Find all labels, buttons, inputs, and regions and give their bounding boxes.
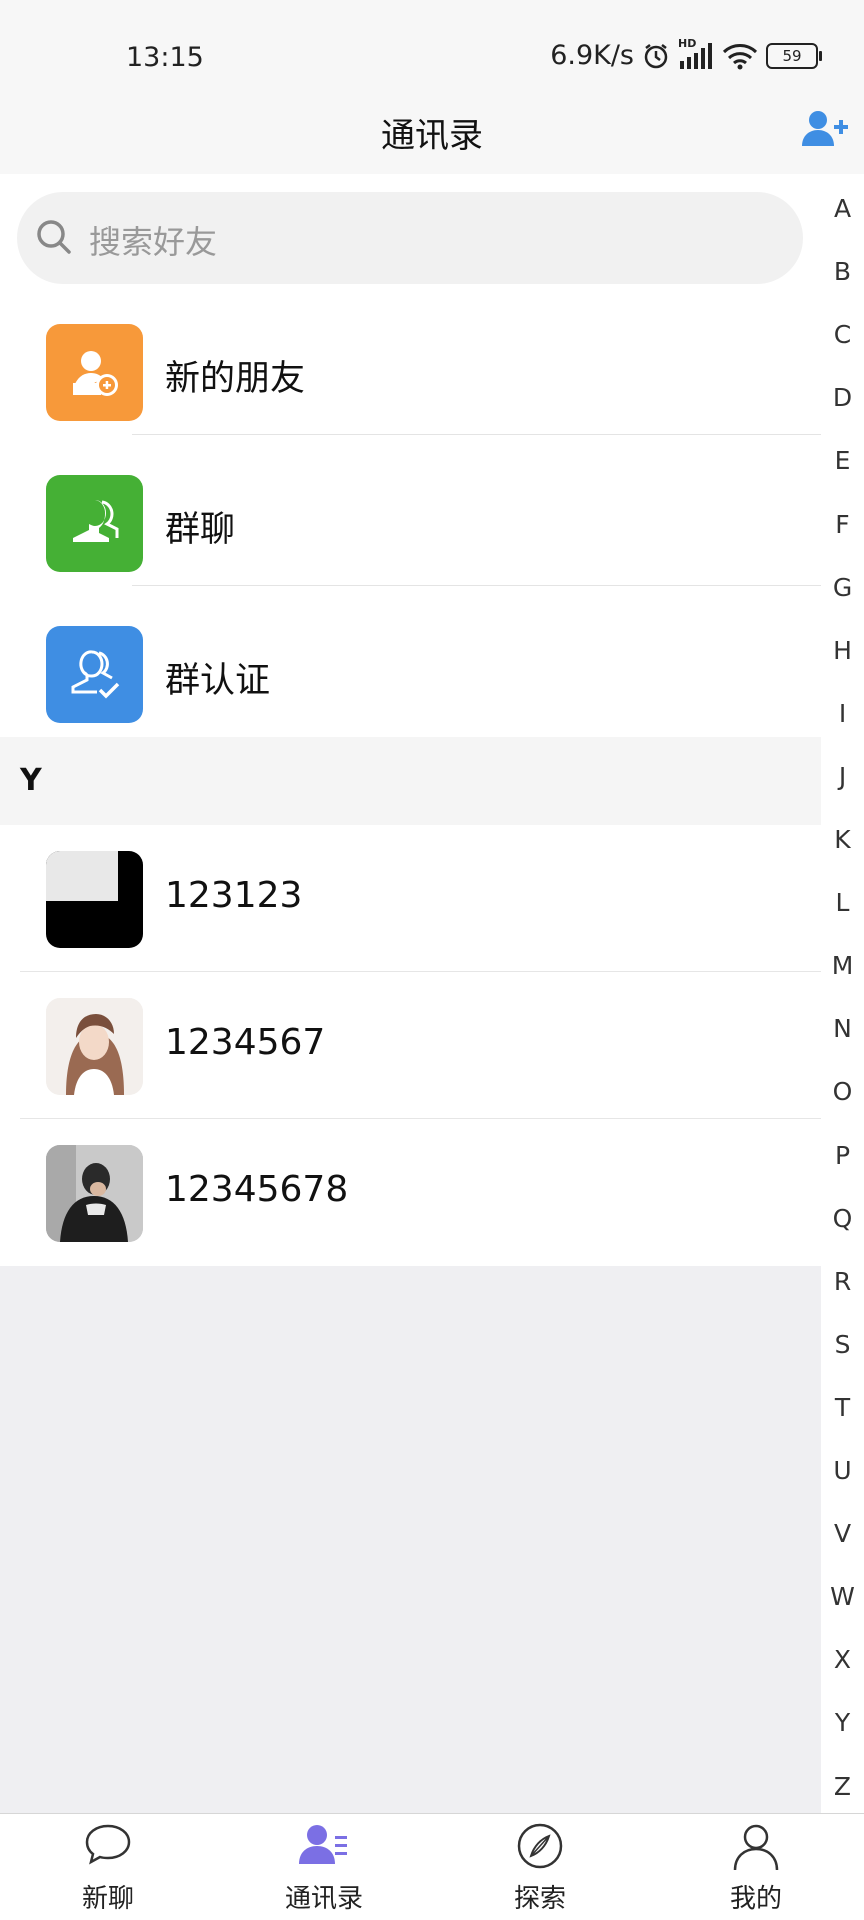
header: 通讯录 [0, 100, 864, 174]
contact-name: 12345678 [165, 1169, 349, 1210]
function-list: 新的朋友 群聊 群认证 [0, 284, 821, 737]
index-letter-z[interactable]: Z [821, 1772, 864, 1801]
search-placeholder: 搜索好友 [89, 223, 218, 261]
alarm-icon [642, 42, 670, 70]
new-friends-label: 新的朋友 [165, 359, 306, 399]
index-letter-m[interactable]: M [821, 951, 864, 980]
index-letter-t[interactable]: T [821, 1393, 864, 1422]
contacts-icon [299, 1825, 347, 1864]
group-verify-icon [46, 626, 143, 723]
index-letter-k[interactable]: K [821, 825, 864, 854]
list-item[interactable]: 12345678 [0, 1119, 821, 1266]
group-chat-item[interactable]: 群聊 [0, 435, 821, 586]
status-indicators: 6.9K/s HD 59 [550, 37, 822, 71]
index-letter-c[interactable]: C [821, 320, 864, 349]
search-area: 搜索好友 [0, 174, 821, 284]
index-letter-l[interactable]: L [821, 888, 864, 917]
list-item[interactable]: 1234567 [0, 972, 821, 1119]
signal-icon: HD [678, 37, 714, 69]
search-icon [37, 220, 71, 254]
group-chat-label: 群聊 [165, 510, 236, 550]
network-type-label: HD [678, 36, 697, 50]
network-speed: 6.9K/s [550, 40, 634, 71]
person-icon [733, 1824, 779, 1871]
status-time: 13:15 [126, 42, 204, 73]
index-letter-h[interactable]: H [821, 636, 864, 665]
tab-contacts[interactable]: 通讯录 [254, 1814, 394, 1920]
index-letter-b[interactable]: B [821, 257, 864, 286]
index-letter-g[interactable]: G [821, 573, 864, 602]
index-letter-n[interactable]: N [821, 1014, 864, 1043]
index-letter-r[interactable]: R [821, 1267, 864, 1296]
group-verify-item[interactable]: 群认证 [0, 586, 821, 737]
compass-icon [517, 1823, 563, 1869]
section-letter: Y [20, 763, 42, 798]
tab-me[interactable]: 我的 [686, 1814, 826, 1920]
index-letter-o[interactable]: O [821, 1077, 864, 1106]
index-letter-d[interactable]: D [821, 383, 864, 412]
wifi-icon [722, 42, 758, 70]
search-input[interactable]: 搜索好友 [17, 192, 803, 284]
index-letter-p[interactable]: P [821, 1141, 864, 1170]
contacts-content: 搜索好友 新的朋友 群聊 群认证 Y 123123 1234567 123456… [0, 174, 821, 1266]
index-letter-u[interactable]: U [821, 1456, 864, 1485]
index-letter-j[interactable]: J [821, 762, 864, 791]
index-letter-s[interactable]: S [821, 1330, 864, 1359]
status-bar: 13:15 6.9K/s HD 59 [0, 0, 864, 100]
index-letter-y[interactable]: Y [821, 1708, 864, 1737]
tab-new-chat[interactable]: 新聊 [38, 1814, 178, 1920]
avatar [46, 1145, 143, 1242]
section-header-y: Y [0, 737, 821, 825]
chat-bubble-icon [85, 1824, 131, 1865]
bottom-tab-bar: 新聊 通讯录 探索 我的 [0, 1813, 864, 1920]
add-friend-icon [802, 111, 848, 146]
new-friend-icon [46, 324, 143, 421]
index-letter-a[interactable]: A [821, 194, 864, 223]
new-friends-item[interactable]: 新的朋友 [0, 284, 821, 435]
index-letter-i[interactable]: I [821, 699, 864, 728]
index-letter-x[interactable]: X [821, 1645, 864, 1674]
avatar [46, 998, 143, 1095]
battery-icon: 59 [766, 42, 822, 69]
add-friend-button[interactable] [800, 108, 850, 152]
group-chat-icon [46, 475, 143, 572]
index-letter-e[interactable]: E [821, 446, 864, 475]
tab-explore[interactable]: 探索 [470, 1814, 610, 1920]
list-item[interactable]: 123123 [0, 825, 821, 972]
index-letter-q[interactable]: Q [821, 1204, 864, 1233]
contact-list: 123123 1234567 12345678 [0, 825, 821, 1266]
index-letter-v[interactable]: V [821, 1519, 864, 1548]
tab-label: 探索 [513, 1884, 566, 1914]
alphabet-index[interactable]: A B C D E F G H I J K L M N O P Q R S T U V W X Y Z [821, 174, 864, 1814]
avatar [46, 851, 143, 948]
index-letter-w[interactable]: W [821, 1582, 864, 1611]
contact-name: 1234567 [165, 1022, 326, 1063]
page-title: 通讯录 [381, 116, 483, 156]
tab-label: 通讯录 [284, 1884, 363, 1914]
index-letter-f[interactable]: F [821, 510, 864, 539]
group-verify-label: 群认证 [165, 661, 271, 701]
tab-label: 新聊 [81, 1884, 134, 1914]
tab-label: 我的 [729, 1884, 782, 1914]
contact-name: 123123 [165, 875, 303, 916]
